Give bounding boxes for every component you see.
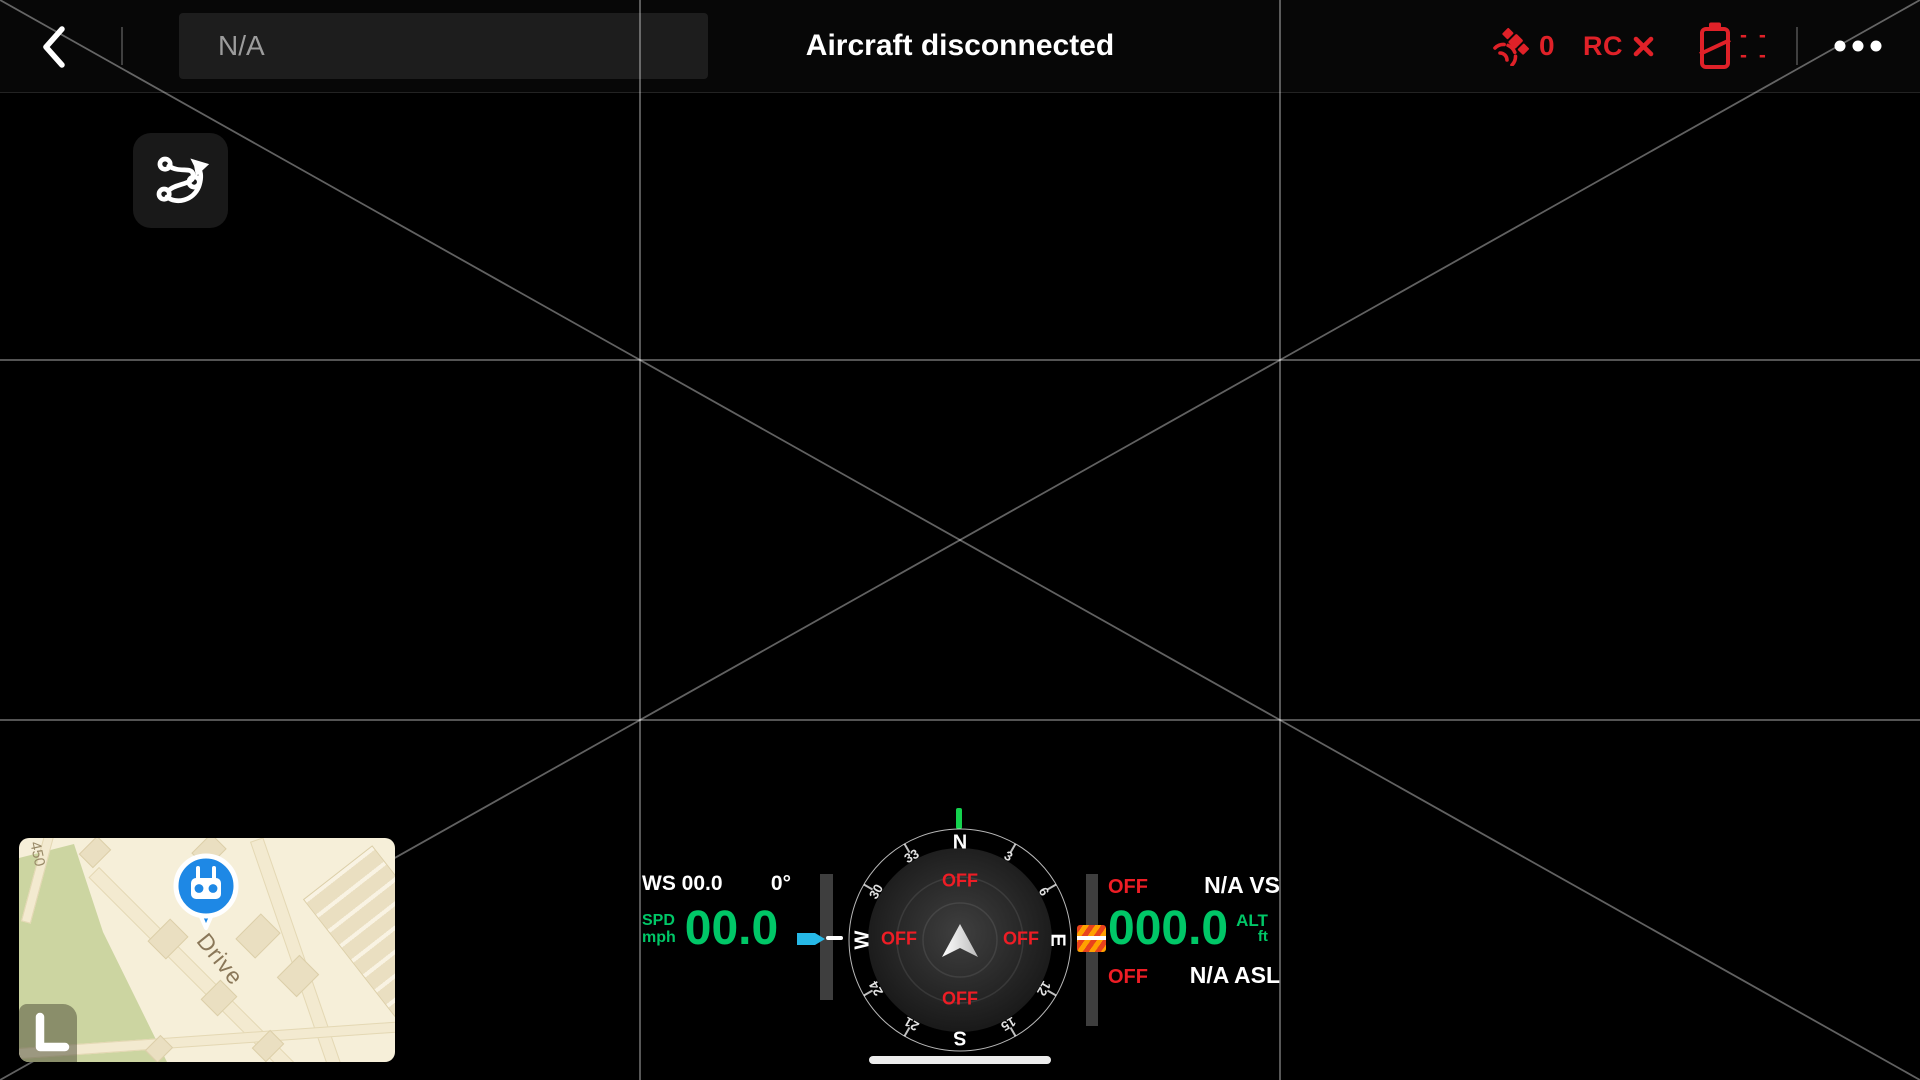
compass-off-right: OFF bbox=[1003, 928, 1039, 949]
rc-disconnected-x-icon bbox=[1633, 36, 1654, 56]
compass-label-3: 3 bbox=[1001, 847, 1016, 865]
gps-count: 0 bbox=[1539, 30, 1555, 61]
rc-label: RC bbox=[1583, 30, 1623, 61]
compass-face bbox=[848, 828, 1072, 1052]
compass-off-bottom: OFF bbox=[942, 988, 978, 1009]
altitude-ground-marker bbox=[1077, 925, 1106, 952]
wind-readout: WS 00.0 bbox=[642, 872, 723, 895]
compass-label-N: N bbox=[952, 831, 968, 854]
asl-value: N/A ASL bbox=[1189, 962, 1280, 988]
topbar-divider-right bbox=[1796, 27, 1798, 65]
battery-percent-dashes: - - bbox=[1740, 24, 1769, 47]
compass-off-left: OFF bbox=[881, 928, 917, 949]
rc-status[interactable]: RC bbox=[1583, 0, 1655, 92]
compass-tick bbox=[1009, 843, 1017, 854]
compass-label-15: 15 bbox=[998, 1013, 1019, 1035]
compass-label-W: W bbox=[851, 930, 874, 950]
speed-pointer-dash bbox=[826, 936, 843, 940]
compass-tick bbox=[903, 843, 911, 854]
aircraft-heading-arrow bbox=[942, 924, 978, 957]
altitude-block: OFF N/A VS 000.0 ALT ft OFF N/A ASL bbox=[1108, 872, 1280, 988]
compass-label-33: 33 bbox=[901, 845, 922, 867]
compass-tick bbox=[863, 883, 874, 891]
speed-pointer-icon bbox=[797, 933, 825, 945]
compass-label-12: 12 bbox=[1033, 978, 1055, 999]
compass-label-E: E bbox=[1046, 933, 1069, 947]
speed-tape bbox=[820, 874, 833, 1000]
battery-status[interactable]: - - - - bbox=[1698, 0, 1769, 92]
minimap[interactable]: Drive 450 bbox=[19, 838, 395, 1062]
compass-tick bbox=[863, 989, 874, 997]
compass-lubber-tick bbox=[956, 808, 962, 829]
waypoint-mission-button[interactable] bbox=[133, 133, 228, 228]
satellite-icon bbox=[1493, 27, 1530, 66]
compass-label-21: 21 bbox=[901, 1013, 922, 1035]
compass-label-30: 30 bbox=[865, 881, 887, 902]
compass-label-S: S bbox=[953, 1026, 967, 1049]
compass-tick bbox=[1046, 989, 1057, 997]
altitude-tape bbox=[1086, 874, 1098, 1026]
compass-tick bbox=[1046, 883, 1057, 891]
compass-label-24: 24 bbox=[865, 978, 887, 999]
altitude-value: 000.0 bbox=[1108, 902, 1229, 955]
speed-block: WS 00.0 0° SPD mph 00.0 bbox=[642, 872, 791, 955]
vs-value: N/A VS bbox=[1204, 872, 1280, 898]
rc-location-pin bbox=[173, 853, 239, 930]
top-status-bar: N/A Aircraft disconnected 0 RC - - - - bbox=[0, 0, 1920, 93]
battery-readouts: - - - - bbox=[1740, 24, 1769, 67]
battery-secondary-dashes: - - bbox=[1740, 44, 1769, 67]
minimap-corner-toggle[interactable] bbox=[19, 1004, 77, 1062]
asl-status: OFF bbox=[1108, 966, 1148, 988]
compass-off-top: OFF bbox=[942, 870, 978, 891]
compass-tick bbox=[903, 1026, 911, 1037]
ellipsis-icon bbox=[1834, 40, 1882, 52]
compass-tick bbox=[1009, 1026, 1017, 1037]
altitude-unit-label: ALT ft bbox=[1236, 911, 1268, 945]
bottom-indicator-bar bbox=[869, 1056, 1051, 1064]
heading-readout: 0° bbox=[770, 872, 791, 895]
compass-label-6: 6 bbox=[1035, 884, 1053, 899]
corner-bracket-icon bbox=[35, 1012, 70, 1052]
speed-value: 00.0 bbox=[684, 902, 779, 955]
vs-status: OFF bbox=[1108, 876, 1148, 898]
waypoint-route-icon bbox=[156, 156, 209, 203]
flight-app-screen: N/A Aircraft disconnected 0 RC - - - - D… bbox=[0, 0, 1920, 1080]
more-menu-button[interactable] bbox=[1834, 0, 1882, 92]
speed-unit-label: SPD mph bbox=[642, 912, 676, 946]
battery-unknown-icon bbox=[1699, 22, 1731, 69]
gps-status[interactable]: 0 bbox=[1492, 0, 1555, 92]
compass: N 3 6 E 12 15 S 21 24 W 30 33 OFF OFF OFF OFF bbox=[848, 828, 1072, 1052]
